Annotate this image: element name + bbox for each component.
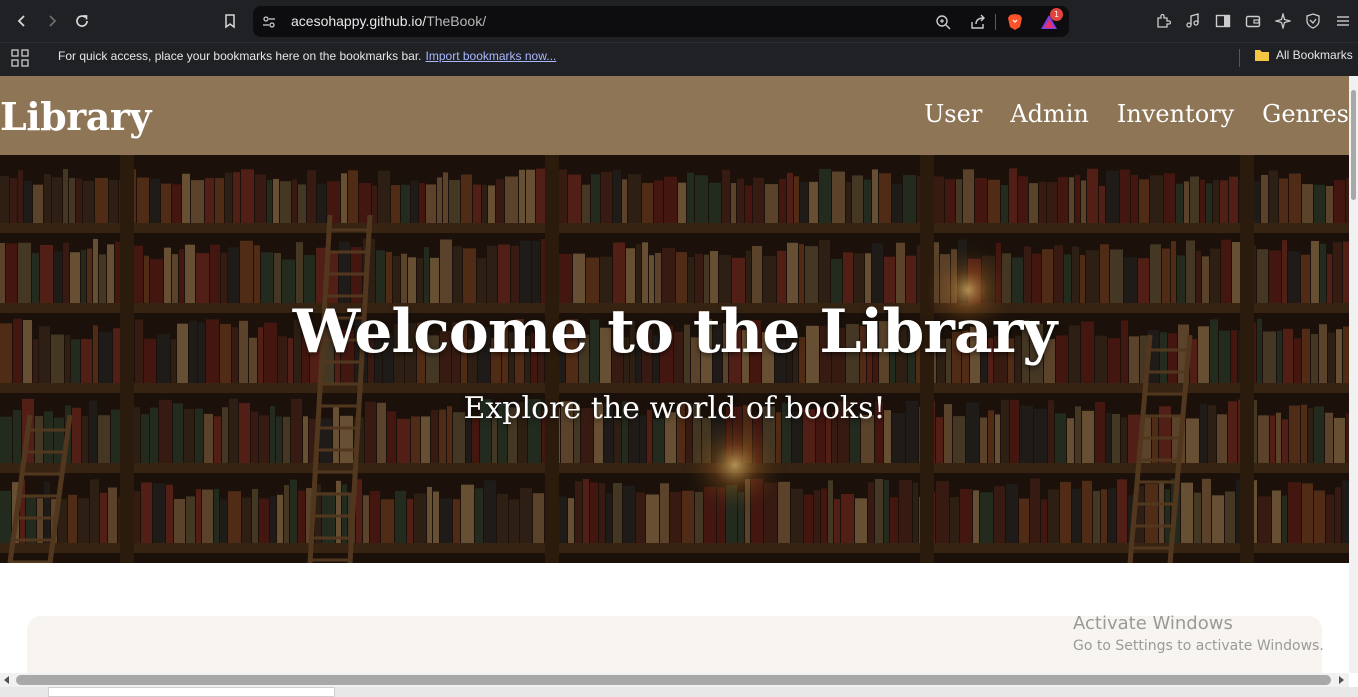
watermark-subtitle: Go to Settings to activate Windows. [1073,638,1324,654]
site-info-icon[interactable] [259,12,279,32]
reload-button[interactable] [70,9,94,33]
bookmark-icon [225,14,235,29]
scroll-corner [1349,673,1358,687]
apps-grid-icon[interactable] [10,48,30,73]
activate-windows-watermark: Activate Windows Go to Settings to activ… [1073,613,1324,654]
address-bar-divider [995,14,996,30]
taskbar-strip [0,687,1358,697]
import-bookmarks-link[interactable]: Import bookmarks now... [426,49,557,63]
scroll-left-icon[interactable] [4,676,10,684]
media-icon[interactable] [1182,10,1204,32]
hero-subtitle: Explore the world of books! [463,391,886,426]
vertical-scroll-thumb[interactable] [1351,90,1356,200]
reload-icon [76,15,88,27]
vpn-icon[interactable] [1302,10,1324,32]
watermark-title: Activate Windows [1073,613,1233,634]
nav-link-inventory[interactable]: Inventory [1117,100,1234,128]
bookmark-button[interactable] [218,9,242,33]
back-button[interactable] [10,9,34,33]
zoom-icon[interactable] [933,12,953,32]
site-header: Library User Admin Inventory Genres [0,76,1349,155]
brave-shields-icon[interactable] [1005,12,1025,32]
web-page: Library User Admin Inventory Genres Welc… [0,76,1349,673]
browser-toolbar: acesohappy.github.io/TheBook/ 1 [0,0,1358,42]
site-nav: User Admin Inventory Genres [924,100,1349,128]
hero-banner: Welcome to the Library Explore the world… [0,155,1349,563]
url-domain: acesohappy.github.io/ [291,13,427,29]
folder-icon [1255,50,1269,61]
bookmarks-divider [1239,49,1240,67]
bookmarks-message-text: For quick access, place your bookmarks h… [58,49,422,63]
url-text[interactable]: acesohappy.github.io/TheBook/ [291,13,486,29]
hero-title: Welcome to the Library [292,297,1057,367]
menu-icon[interactable] [1332,10,1354,32]
bookmarks-message: For quick access, place your bookmarks h… [58,49,556,63]
wallet-icon[interactable] [1242,10,1264,32]
sidebar-icon[interactable] [1212,10,1234,32]
horizontal-scrollbar[interactable] [0,673,1349,687]
bookmarks-bar: For quick access, place your bookmarks h… [0,42,1358,76]
all-bookmarks-button[interactable]: All Bookmarks [1254,48,1353,62]
nav-link-admin[interactable]: Admin [1010,100,1089,128]
horizontal-scroll-thumb[interactable] [16,675,1331,685]
nav-link-user[interactable]: User [924,100,982,128]
nav-link-genres[interactable]: Genres [1262,100,1349,128]
all-bookmarks-label: All Bookmarks [1276,48,1353,62]
site-logo[interactable]: Library [0,94,151,139]
taskbar-window-item[interactable] [48,687,335,697]
share-icon[interactable] [968,12,988,32]
leo-ai-icon[interactable] [1272,10,1294,32]
extensions-icon[interactable] [1152,10,1174,32]
url-path: TheBook/ [426,13,487,29]
notification-badge: 1 [1050,8,1063,21]
scroll-right-icon[interactable] [1339,676,1345,684]
address-bar[interactable]: acesohappy.github.io/TheBook/ [253,6,1069,37]
back-arrow-icon [17,15,25,27]
vertical-scrollbar[interactable] [1349,76,1358,673]
forward-arrow-icon [49,15,57,27]
forward-button[interactable] [40,9,64,33]
